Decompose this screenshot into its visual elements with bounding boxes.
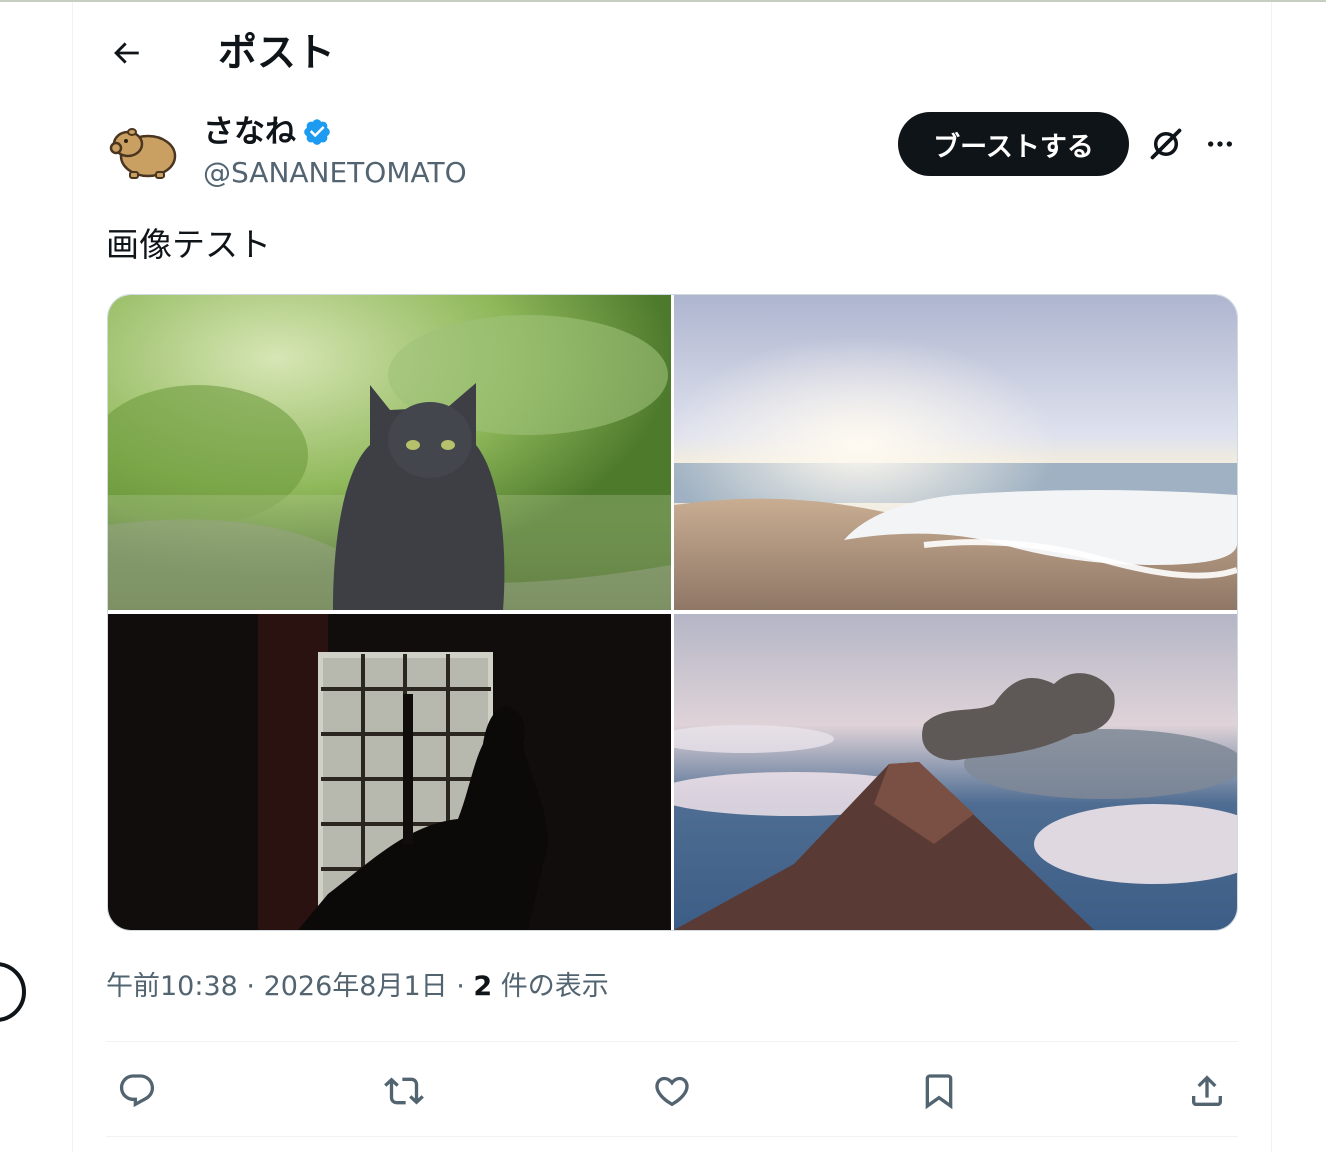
window-silhouette-photo — [108, 614, 671, 930]
media-image-cat[interactable] — [108, 295, 671, 610]
media-grid[interactable] — [107, 294, 1238, 931]
reply-icon — [119, 1074, 155, 1108]
beach-photo — [674, 295, 1237, 610]
post-text: 画像テスト — [106, 225, 271, 264]
post-meta: 午前10:38 · 2026年8月1日 · 2 件の表示 — [106, 965, 609, 1009]
post-date[interactable]: 2026年8月1日 — [264, 971, 448, 1002]
grok-button[interactable] — [1142, 120, 1190, 168]
bookmark-icon — [925, 1074, 953, 1110]
page-title: ポスト — [218, 31, 336, 76]
capybara-icon — [108, 112, 180, 184]
divider-bottom — [106, 1136, 1238, 1137]
back-button[interactable] — [104, 31, 148, 75]
share-icon — [1192, 1075, 1222, 1106]
divider-top — [106, 1041, 1238, 1042]
display-name[interactable]: さなね — [203, 110, 296, 154]
meta-separator: · — [237, 971, 264, 1002]
media-image-beach[interactable] — [674, 295, 1237, 610]
media-image-window[interactable] — [108, 614, 671, 930]
views-label: 件の表示 — [492, 971, 609, 1002]
handle[interactable]: @SANANETOMATO — [203, 153, 467, 193]
share-button[interactable] — [1180, 1064, 1234, 1118]
media-image-volcano[interactable] — [674, 614, 1237, 930]
like-button[interactable] — [645, 1064, 699, 1118]
repost-icon — [384, 1077, 424, 1105]
more-icon — [1208, 141, 1232, 147]
repost-button[interactable] — [377, 1064, 431, 1118]
heart-icon — [655, 1076, 689, 1107]
bookmark-button[interactable] — [912, 1064, 966, 1118]
boost-button[interactable]: ブーストする — [898, 112, 1129, 176]
grok-icon — [1150, 128, 1182, 160]
views-count: 2 — [473, 971, 493, 1002]
verified-badge-icon[interactable] — [302, 117, 332, 147]
reply-button[interactable] — [110, 1064, 164, 1118]
meta-separator: · — [447, 971, 474, 1002]
volcano-photo — [674, 614, 1237, 930]
more-button[interactable] — [1196, 120, 1244, 168]
post-time[interactable]: 午前10:38 — [106, 971, 238, 1002]
sidebar-edge-button[interactable] — [0, 962, 26, 1022]
arrow-left-icon — [114, 42, 139, 64]
cat-photo — [108, 295, 671, 610]
avatar[interactable] — [108, 112, 180, 184]
author-name-row[interactable]: さなね — [203, 110, 332, 154]
